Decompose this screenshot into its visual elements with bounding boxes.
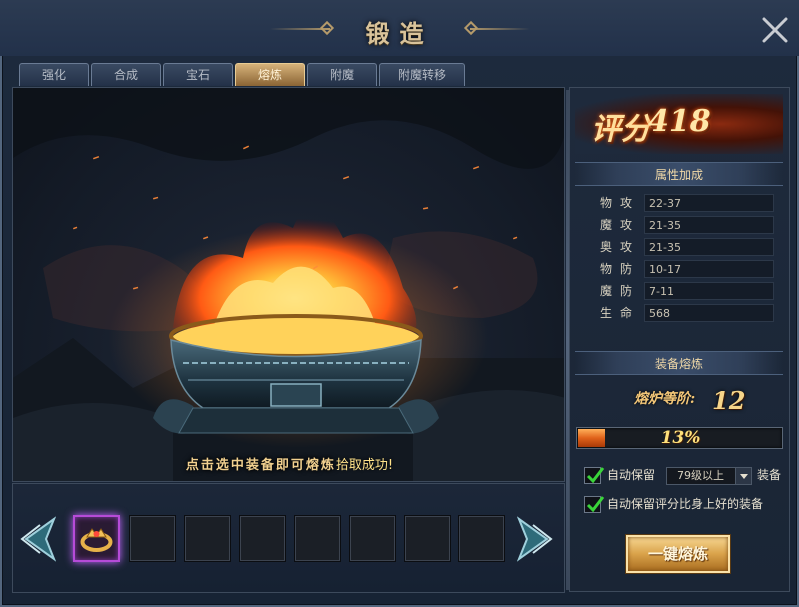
tab-enchant-transfer[interactable]: 附魔转移 (379, 63, 465, 86)
furnace-level-label: 熔炉等阶: (634, 391, 696, 407)
tab-strengthen[interactable]: 强化 (19, 63, 89, 86)
attributes-header: 属性加成 (575, 162, 783, 186)
attr-name: 物防 (600, 262, 641, 276)
attr-value: 568 (644, 304, 774, 322)
check-icon (586, 467, 605, 484)
attr-value: 22-37 (644, 194, 774, 212)
attr-value: 21-35 (644, 216, 774, 234)
smelt-progress-bar: 13% (576, 427, 783, 449)
hint-text: 点击选中装备即可熔炼 (185, 458, 336, 473)
equipment-slot-1[interactable] (73, 515, 120, 562)
title-ornament-right (470, 28, 530, 30)
furnace-level-value: 12 (712, 386, 746, 415)
attr-name: 生命 (600, 306, 641, 320)
auto-keep-suffix: 装备 (757, 468, 782, 482)
tab-smelt[interactable]: 熔炼 (235, 63, 305, 86)
tab-gem[interactable]: 宝石 (163, 63, 233, 86)
window-title: 锻造 (365, 19, 434, 48)
furnace-scene: 点击选中装备即可熔炼拾取成功! (12, 87, 565, 482)
smelt-header: 装备熔炼 (575, 351, 783, 375)
auto-keep-label: 自动保留 (607, 468, 656, 482)
title-bar: 锻造 (0, 0, 799, 56)
equipment-slot-6[interactable] (349, 515, 396, 562)
close-button[interactable] (759, 14, 791, 46)
prev-page-button[interactable] (16, 515, 57, 563)
attr-value: 21-35 (644, 238, 774, 256)
auto-keep-better-checkbox[interactable] (584, 496, 605, 513)
equipment-slot-5[interactable] (294, 515, 341, 562)
one-click-smelt-button[interactable]: 一键熔炼 (626, 535, 730, 573)
attr-value: 10-17 (644, 260, 774, 278)
check-icon (586, 496, 605, 513)
attr-value: 7-11 (644, 282, 774, 300)
equipment-slot-8[interactable] (458, 515, 505, 562)
auto-keep-checkbox[interactable] (584, 467, 605, 484)
chevron-down-icon (735, 468, 751, 484)
furnace-illustration (13, 88, 564, 481)
level-select-value: 79级以上 (677, 469, 724, 482)
smelt-hint: 点击选中装备即可熔炼拾取成功! (13, 454, 564, 473)
pickup-status: 拾取成功! (335, 458, 394, 473)
equipment-slot-7[interactable] (404, 515, 451, 562)
next-page-button[interactable] (516, 515, 557, 563)
ring-icon (80, 528, 113, 552)
score-label: 评分 (591, 112, 651, 147)
close-icon (762, 17, 788, 43)
progress-text: 13% (660, 428, 701, 448)
tab-enchant[interactable]: 附魔 (307, 63, 377, 86)
equipment-slot-3[interactable] (184, 515, 231, 562)
arrow-right-icon (516, 516, 553, 562)
arrow-left-icon (20, 516, 57, 562)
level-select[interactable]: 79级以上 (666, 467, 752, 485)
score-value: 418 (648, 104, 711, 139)
attr-name: 魔防 (600, 284, 641, 298)
tab-bar: 强化 合成 宝石 熔炼 附魔 附魔转移 (19, 63, 465, 86)
attr-name: 魔攻 (600, 218, 641, 232)
attr-name: 奥攻 (600, 240, 641, 254)
equipment-slot-2[interactable] (129, 515, 176, 562)
auto-keep-better-label: 自动保留评分比身上好的装备 (607, 497, 764, 511)
equipment-slot-4[interactable] (239, 515, 286, 562)
tab-compose[interactable]: 合成 (91, 63, 161, 86)
attr-name: 物攻 (600, 196, 641, 210)
